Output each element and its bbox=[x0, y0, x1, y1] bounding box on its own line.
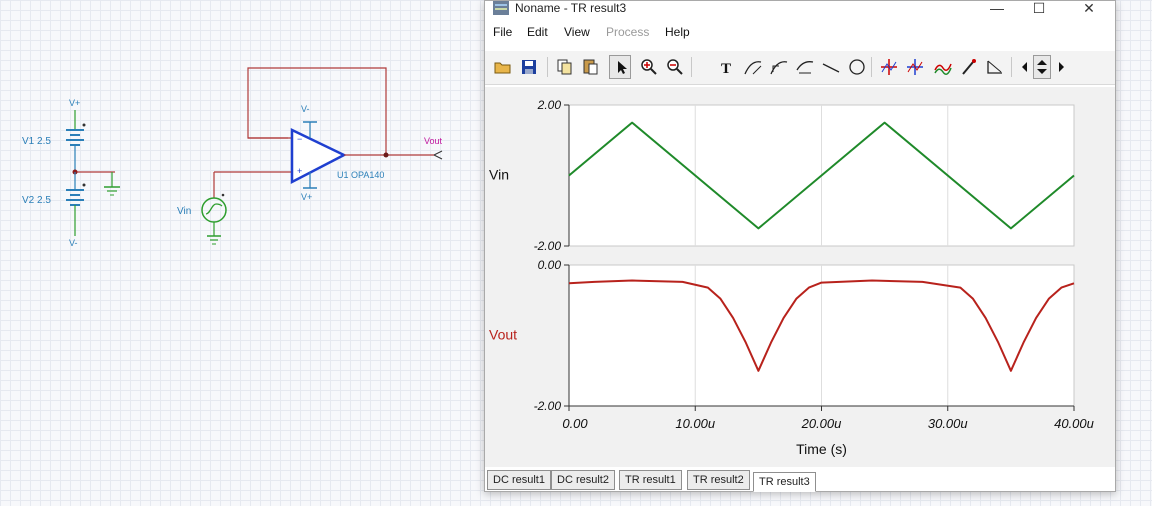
vin-source-label: Vin bbox=[177, 206, 191, 217]
paste-icon[interactable] bbox=[579, 55, 601, 79]
result-tabs: DC result1 DC result2 TR result1 TR resu… bbox=[487, 470, 1113, 492]
cursor-a-icon[interactable] bbox=[877, 55, 899, 79]
title-bar[interactable]: Noname - TR result3 — ☐ ✕ bbox=[485, 0, 1115, 19]
vout-probe-icon[interactable] bbox=[433, 150, 443, 160]
circle-tool-icon[interactable] bbox=[845, 55, 867, 79]
text-tool-icon[interactable]: T bbox=[715, 55, 737, 79]
vplus-terminal-label: V+ bbox=[69, 98, 80, 108]
menu-view[interactable]: View bbox=[564, 25, 590, 39]
opamp-vplus-label: V+ bbox=[301, 192, 312, 202]
schematic-canvas[interactable]: V1 2.5 V+ V2 2.5 V- Vin − + V- V+ U1 OPA… bbox=[0, 0, 480, 506]
angle-icon[interactable] bbox=[983, 55, 1005, 79]
close-button[interactable]: ✕ bbox=[1079, 0, 1099, 17]
vout-y-tick-label-1: -2.00 bbox=[534, 399, 562, 413]
window-title: Noname - TR result3 bbox=[515, 1, 627, 15]
battery-v2[interactable] bbox=[66, 172, 86, 236]
x-tick-label-1: 10.00u bbox=[675, 416, 715, 431]
toolbar: T bbox=[485, 51, 1115, 85]
x-axis-label: Time (s) bbox=[796, 441, 847, 457]
curve-tool-3-icon[interactable] bbox=[793, 55, 815, 79]
tab-tr-result2[interactable]: TR result2 bbox=[687, 470, 750, 490]
menu-edit[interactable]: Edit bbox=[527, 25, 548, 39]
cursor-b-icon[interactable] bbox=[903, 55, 925, 79]
zoom-out-icon[interactable] bbox=[663, 55, 685, 79]
vin-y-axis-label: Vin bbox=[489, 167, 509, 183]
plot-area[interactable]: 2.00 -2.00 Vin 0.00 -2.00 Vout 0.00 10.00u 20.00… bbox=[485, 87, 1115, 467]
line-tool-icon[interactable] bbox=[819, 55, 841, 79]
save-icon[interactable] bbox=[517, 55, 539, 79]
tab-dc-result1[interactable]: DC result1 bbox=[487, 470, 551, 490]
vout-label: Vout bbox=[424, 136, 443, 146]
curve-tool-2-icon[interactable] bbox=[767, 55, 789, 79]
minimize-button[interactable]: — bbox=[987, 0, 1007, 17]
tab-dc-result2[interactable]: DC result2 bbox=[551, 470, 615, 490]
scroll-updown-icon[interactable] bbox=[1033, 55, 1051, 79]
curve-tool-1-icon[interactable] bbox=[741, 55, 763, 79]
x-tick-label-3: 30.00u bbox=[928, 416, 968, 431]
x-tick-label-2: 20.00u bbox=[801, 416, 842, 431]
tab-tr-result1[interactable]: TR result1 bbox=[619, 470, 682, 490]
svg-text:T: T bbox=[721, 61, 731, 76]
x-tick-label-4: 40.00u bbox=[1054, 416, 1094, 431]
v2-label: V2 2.5 bbox=[22, 195, 51, 206]
transient-plots[interactable]: 2.00-2.00Vin0.00-2.00Vout0.00 10.00u 20.00… bbox=[485, 87, 1115, 467]
zoom-in-icon[interactable] bbox=[637, 55, 659, 79]
opamp-vminus-label: V- bbox=[301, 104, 310, 114]
scroll-left-icon[interactable] bbox=[1017, 55, 1031, 79]
menu-help[interactable]: Help bbox=[665, 25, 690, 39]
menu-process[interactable]: Process bbox=[606, 25, 649, 39]
pointer-icon[interactable] bbox=[609, 55, 631, 79]
menu-bar: File Edit View Process Help bbox=[485, 25, 1115, 45]
v1-label: V1 2.5 bbox=[22, 136, 51, 147]
probe-icon[interactable] bbox=[957, 55, 979, 79]
result-window[interactable]: Noname - TR result3 — ☐ ✕ File Edit View… bbox=[484, 0, 1116, 492]
vin-y-tick-label-1: -2.00 bbox=[534, 239, 562, 253]
svg-text:−: − bbox=[297, 134, 302, 144]
vout-y-tick-label-0: 0.00 bbox=[538, 258, 562, 272]
ground-icon bbox=[104, 172, 120, 196]
x-tick-label-0: 0.00 bbox=[562, 416, 588, 431]
waveform-icon[interactable] bbox=[931, 55, 953, 79]
svg-text:+: + bbox=[297, 166, 302, 176]
open-folder-icon[interactable] bbox=[491, 55, 513, 79]
menu-file[interactable]: File bbox=[493, 25, 512, 39]
opamp-part-label: U1 OPA140 bbox=[337, 170, 384, 180]
vin-source-icon[interactable] bbox=[201, 193, 227, 245]
copy-icon[interactable] bbox=[553, 55, 575, 79]
vin-y-tick-label-0: 2.00 bbox=[537, 98, 562, 112]
maximize-button[interactable]: ☐ bbox=[1029, 0, 1049, 17]
battery-v1[interactable] bbox=[66, 110, 86, 172]
tab-tr-result3[interactable]: TR result3 bbox=[753, 472, 816, 492]
vminus-terminal-label: V- bbox=[69, 238, 78, 248]
app-icon bbox=[493, 1, 509, 15]
scroll-right-icon[interactable] bbox=[1053, 55, 1067, 79]
vout-y-axis-label: Vout bbox=[489, 327, 517, 343]
